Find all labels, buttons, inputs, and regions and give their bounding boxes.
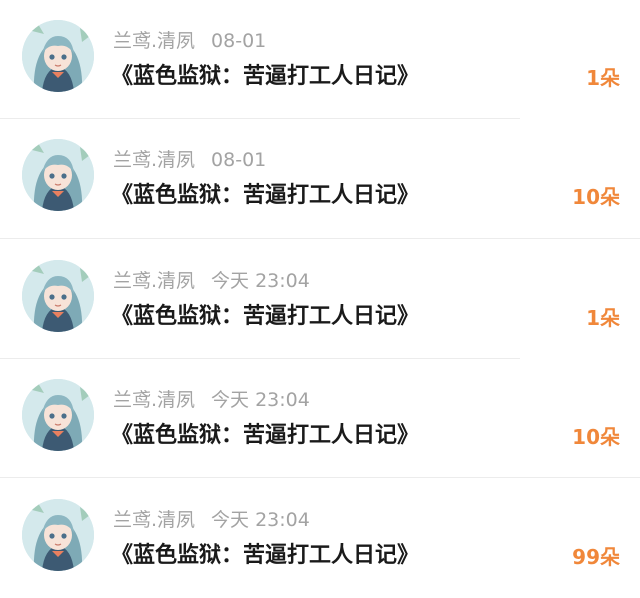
item-meta: 兰鸢.清夙 今天 23:04 bbox=[113, 388, 310, 412]
user-avatar[interactable] bbox=[22, 139, 94, 211]
timestamp: 08-01 bbox=[211, 30, 267, 52]
anime-avatar-icon bbox=[22, 260, 94, 332]
book-title[interactable]: 《蓝色监狱：苦逼打工人日记》 bbox=[111, 61, 419, 93]
timestamp: 08-01 bbox=[211, 149, 267, 171]
timestamp: 今天 23:04 bbox=[211, 270, 310, 292]
gift-record-list: 兰鸢.清夙 08-01 《蓝色监狱：苦逼打工人日记》 1朵 兰鸢.清夙 08-01 bbox=[0, 0, 640, 589]
username[interactable]: 兰鸢.清夙 bbox=[113, 30, 195, 52]
book-title[interactable]: 《蓝色监狱：苦逼打工人日记》 bbox=[111, 540, 419, 572]
book-title[interactable]: 《蓝色监狱：苦逼打工人日记》 bbox=[111, 420, 419, 452]
anime-avatar-icon bbox=[22, 20, 94, 92]
item-meta: 兰鸢.清夙 今天 23:04 bbox=[113, 269, 310, 293]
flower-count: 1朵 bbox=[586, 306, 620, 330]
flower-count: 99朵 bbox=[572, 545, 620, 569]
list-item[interactable]: 兰鸢.清夙 今天 23:04 《蓝色监狱：苦逼打工人日记》 99朵 bbox=[0, 479, 640, 598]
username[interactable]: 兰鸢.清夙 bbox=[113, 149, 195, 171]
book-title[interactable]: 《蓝色监狱：苦逼打工人日记》 bbox=[111, 180, 419, 212]
divider bbox=[0, 477, 640, 478]
list-item[interactable]: 兰鸢.清夙 08-01 《蓝色监狱：苦逼打工人日记》 10朵 bbox=[0, 119, 640, 238]
list-item[interactable]: 兰鸢.清夙 今天 23:04 《蓝色监狱：苦逼打工人日记》 10朵 bbox=[0, 359, 640, 478]
user-avatar[interactable] bbox=[22, 499, 94, 571]
timestamp: 今天 23:04 bbox=[211, 509, 310, 531]
flower-count: 10朵 bbox=[572, 425, 620, 449]
anime-avatar-icon bbox=[22, 499, 94, 571]
flower-count: 10朵 bbox=[572, 185, 620, 209]
list-item[interactable]: 兰鸢.清夙 08-01 《蓝色监狱：苦逼打工人日记》 1朵 bbox=[0, 0, 640, 119]
user-avatar[interactable] bbox=[22, 20, 94, 92]
username[interactable]: 兰鸢.清夙 bbox=[113, 389, 195, 411]
user-avatar[interactable] bbox=[22, 260, 94, 332]
book-title[interactable]: 《蓝色监狱：苦逼打工人日记》 bbox=[111, 301, 419, 333]
item-meta: 兰鸢.清夙 今天 23:04 bbox=[113, 508, 310, 532]
item-meta: 兰鸢.清夙 08-01 bbox=[113, 29, 266, 53]
flower-count: 1朵 bbox=[586, 66, 620, 90]
list-item[interactable]: 兰鸢.清夙 今天 23:04 《蓝色监狱：苦逼打工人日记》 1朵 bbox=[0, 240, 640, 359]
anime-avatar-icon bbox=[22, 139, 94, 211]
anime-avatar-icon bbox=[22, 379, 94, 451]
item-meta: 兰鸢.清夙 08-01 bbox=[113, 148, 266, 172]
username[interactable]: 兰鸢.清夙 bbox=[113, 270, 195, 292]
user-avatar[interactable] bbox=[22, 379, 94, 451]
username[interactable]: 兰鸢.清夙 bbox=[113, 509, 195, 531]
divider bbox=[0, 238, 640, 239]
timestamp: 今天 23:04 bbox=[211, 389, 310, 411]
